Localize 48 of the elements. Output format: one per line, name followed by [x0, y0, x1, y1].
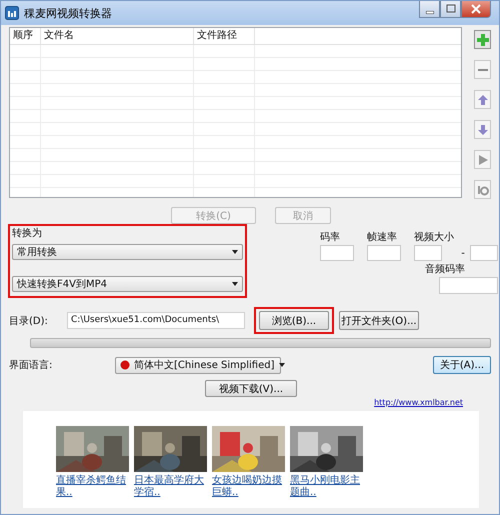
settings-button[interactable]: [474, 180, 491, 199]
maximize-button[interactable]: [440, 1, 461, 18]
audio-bitrate-field[interactable]: [439, 276, 498, 294]
up-arrow-icon: [476, 94, 488, 106]
close-icon: [471, 4, 481, 14]
video-link[interactable]: 女孩边喝奶边摸巨蟒..: [212, 475, 285, 499]
column-header[interactable]: 文件名: [41, 28, 194, 44]
category-dropdown[interactable]: 常用转换: [12, 244, 243, 260]
audio-bitrate-label: 音频码率: [424, 262, 466, 276]
column-header[interactable]: 顺序: [10, 28, 41, 44]
move-down-button[interactable]: [474, 120, 491, 139]
frame-rate-label: 帧速率: [367, 230, 398, 244]
website-link[interactable]: http://www.xmlbar.net: [374, 397, 463, 409]
directory-label: 目录(D):: [9, 314, 49, 328]
move-up-button[interactable]: [474, 90, 491, 109]
size-separator: -: [460, 248, 466, 258]
flag-icon: [120, 360, 130, 370]
close-button[interactable]: [461, 1, 491, 18]
preset-dropdown[interactable]: 快速转换F4V到MP4: [12, 276, 243, 292]
about-button[interactable]: 关于(A)...: [433, 356, 491, 374]
directory-field[interactable]: C:\Users\xue51.com\Documents\: [67, 312, 245, 329]
video-download-button[interactable]: 视频下载(V)...: [205, 380, 297, 397]
file-list[interactable]: 顺序 文件名 文件路径: [9, 27, 462, 198]
column-header[interactable]: 文件路径: [194, 28, 255, 44]
bitrate-field[interactable]: [320, 245, 354, 261]
plus-icon: [476, 34, 488, 46]
minimize-icon: [426, 10, 434, 14]
browse-button[interactable]: 浏览(B)...: [259, 311, 329, 330]
maximize-icon: [446, 4, 456, 14]
add-button[interactable]: [474, 30, 491, 49]
video-size-label: 视频大小: [414, 230, 455, 244]
frame-rate-field[interactable]: [367, 245, 401, 261]
open-folder-button[interactable]: 打开文件夹(O)...: [339, 311, 419, 330]
minimize-button[interactable]: [419, 1, 440, 18]
video-link[interactable]: 日本最高学府大学宿..: [134, 475, 207, 499]
language-label: 界面语言:: [9, 358, 54, 372]
down-arrow-icon: [476, 124, 488, 136]
play-icon: [476, 154, 488, 166]
convert-to-label: 转换为: [12, 227, 43, 240]
width-field[interactable]: [414, 245, 442, 261]
remove-button[interactable]: [474, 60, 491, 79]
app-icon: [5, 6, 19, 20]
play-button[interactable]: [474, 150, 491, 169]
window-title: 稞麦网视频转换器: [24, 6, 112, 20]
video-link[interactable]: 直播宰杀鳄鱼结果..: [56, 475, 129, 499]
video-link[interactable]: 黑马小刚电影主题曲..: [290, 475, 363, 499]
bitrate-label: 码率: [320, 230, 341, 244]
height-field[interactable]: [470, 245, 498, 261]
